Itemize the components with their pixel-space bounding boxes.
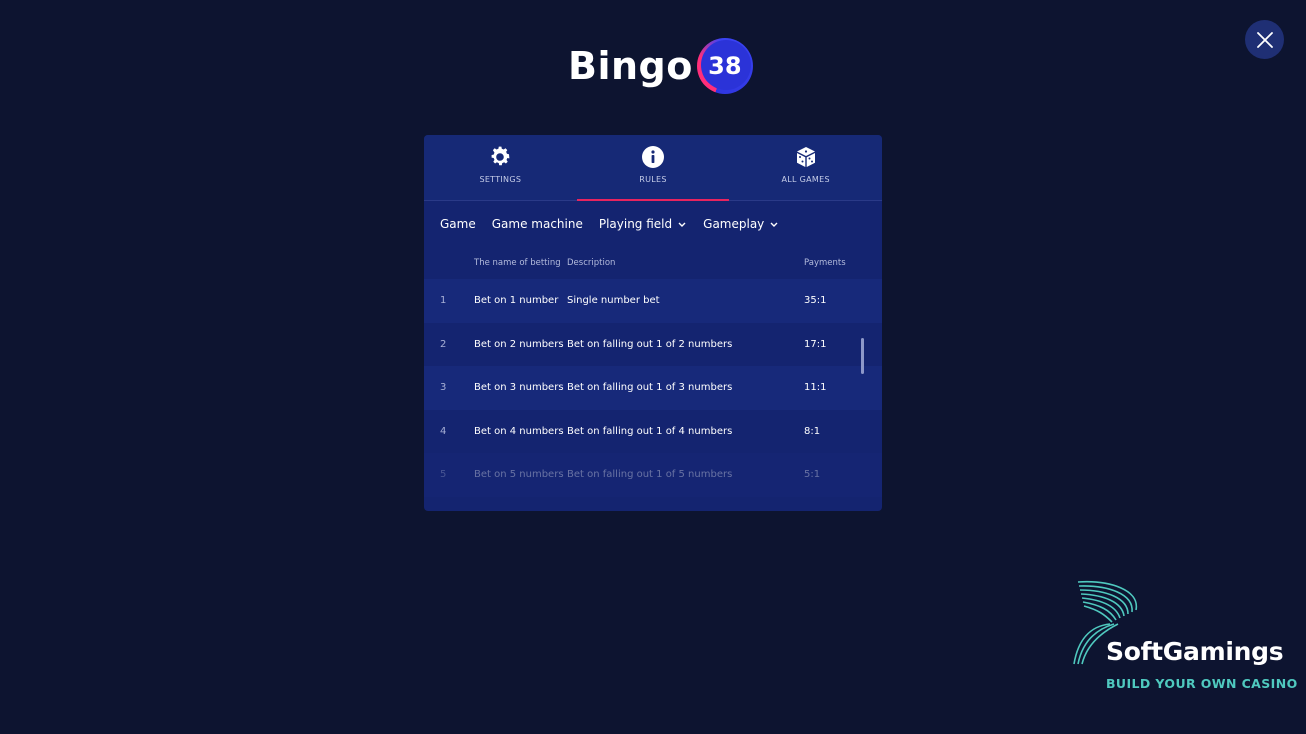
close-button[interactable] [1245, 20, 1284, 59]
row-payment: 35:1 [804, 295, 827, 307]
row-num: 4 [440, 425, 447, 437]
row-description: Bet on falling out 1 of 3 numbers [567, 382, 733, 394]
row-payment: 11:1 [804, 382, 827, 394]
logo-text: Bingo [568, 44, 693, 88]
subnav-game-machine[interactable]: Game machine [492, 217, 583, 231]
tab-bar: SETTINGS RULES ALL GAMES [424, 135, 882, 201]
row-num: 1 [440, 295, 447, 307]
game-logo: Bingo 38 [568, 36, 753, 96]
chevron-down-icon [770, 222, 778, 227]
brand-name: SoftGamings [1106, 637, 1284, 666]
chevron-down-icon [678, 222, 686, 227]
table-row: 5 Bet on 5 numbers Bet on falling out 1 … [424, 453, 882, 497]
dice-icon [796, 147, 815, 167]
rules-subnav: Game Game machine Playing field Gameplay [424, 201, 882, 247]
subnav-game[interactable]: Game [440, 217, 476, 231]
row-payment: 8:1 [804, 425, 821, 437]
row-name: Bet on 3 numbers [474, 382, 564, 394]
subnav-gameplay[interactable]: Gameplay [703, 217, 779, 231]
logo-badge-number: 38 [708, 52, 742, 80]
header-payments: Payments [804, 258, 846, 268]
subnav-game-machine-label: Game machine [491, 217, 583, 231]
table-row: 1 Bet on 1 number Single number bet 35:1 [424, 279, 882, 323]
table-row: 2 Bet on 2 numbers Bet on falling out 1 … [424, 323, 882, 367]
tab-all-games[interactable]: ALL GAMES [729, 135, 882, 200]
row-description: Bet on falling out 1 of 2 numbers [567, 338, 733, 350]
header-name: The name of betting [474, 258, 561, 268]
close-icon [1256, 31, 1273, 48]
row-payment: 17:1 [804, 338, 827, 350]
tab-rules[interactable]: RULES [576, 135, 730, 201]
info-icon [642, 146, 664, 168]
row-name: Bet on 1 number [474, 295, 559, 307]
header-description: Description [567, 258, 616, 268]
subnav-game-label: Game [440, 217, 476, 231]
bets-table-header: The name of betting Description Payments [424, 247, 882, 279]
subnav-playing-field[interactable]: Playing field [599, 217, 687, 231]
row-description: Bet on falling out 1 of 4 numbers [567, 425, 733, 437]
table-row: 3 Bet on 3 numbers Bet on falling out 1 … [424, 366, 882, 410]
tab-settings[interactable]: SETTINGS [424, 135, 577, 200]
brand-tagline: BUILD YOUR OWN CASINO [1106, 676, 1298, 691]
row-description: Single number bet [567, 295, 660, 307]
rules-panel: SETTINGS RULES ALL GAMES Game Game machi… [424, 135, 882, 511]
table-row: 4 Bet on 4 numbers Bet on falling out 1 … [424, 410, 882, 454]
gear-icon [491, 146, 510, 166]
row-payment: 5:1 [804, 469, 821, 481]
logo-badge: 38 [696, 38, 753, 94]
row-num: 3 [440, 382, 447, 394]
scrollbar[interactable] [861, 338, 864, 374]
subnav-playing-field-label: Playing field [598, 217, 673, 231]
softgamings-watermark: SoftGamings BUILD YOUR OWN CASINO [1070, 580, 1297, 691]
tab-rules-label: RULES [639, 175, 667, 184]
subnav-gameplay-label: Gameplay [703, 217, 765, 231]
row-description: Bet on falling out 1 of 5 numbers [567, 469, 733, 481]
row-name: Bet on 5 numbers [474, 469, 564, 481]
row-num: 5 [440, 469, 447, 481]
row-name: Bet on 2 numbers [474, 338, 564, 350]
tab-settings-label: SETTINGS [479, 175, 522, 184]
row-name: Bet on 4 numbers [474, 425, 564, 437]
row-num: 2 [440, 338, 447, 350]
tab-all-games-label: ALL GAMES [781, 175, 830, 184]
